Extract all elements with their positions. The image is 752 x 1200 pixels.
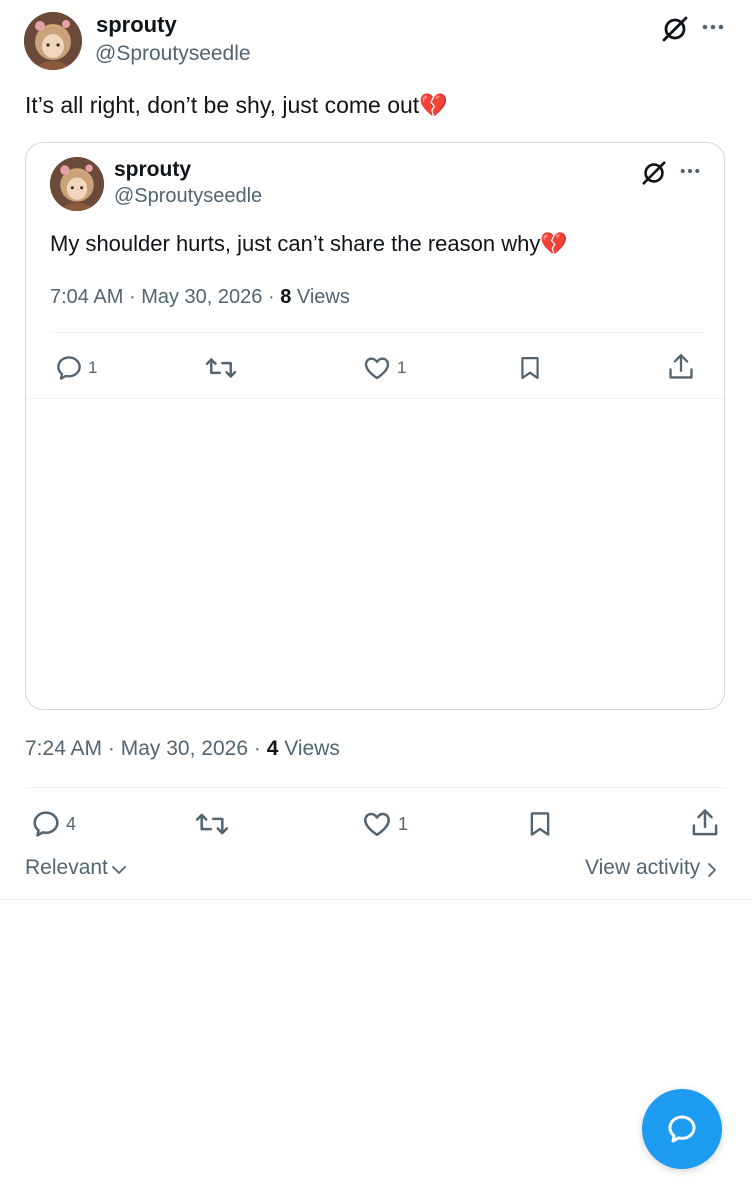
share-button[interactable]: [666, 351, 696, 383]
divider: [25, 787, 727, 788]
quoted-tweet-views-count: 8: [280, 286, 292, 308]
meta-separator: ·: [107, 737, 115, 760]
repost-button[interactable]: [204, 353, 242, 383]
heart-icon: [364, 357, 390, 380]
divider: [0, 899, 752, 900]
share-icon: [692, 809, 718, 836]
tweet-text: It’s all right, don’t be shy, just come …: [25, 92, 448, 119]
tweet-text-body: It’s all right, don’t be shy, just come …: [25, 92, 420, 118]
bookmark-button[interactable]: [525, 808, 555, 840]
reply-icon: [33, 811, 59, 837]
reply-count: 4: [66, 813, 77, 834]
reply-count: 1: [88, 358, 98, 377]
tweet-time[interactable]: 7:24 AM: [25, 737, 102, 760]
repost-icon: [205, 358, 237, 378]
tweet-meta: 7:24 AM · May 30, 2026 · 4 Views: [25, 737, 340, 761]
divider: [26, 398, 724, 399]
tweet-date[interactable]: May 30, 2026: [121, 737, 248, 760]
quoted-tweet-meta: 7:04 AM · May 30, 2026 · 8 Views: [50, 286, 350, 309]
broken-heart-emoji: 💔: [419, 92, 448, 118]
reply-icon: [57, 356, 81, 380]
share-icon: [669, 354, 693, 379]
compose-reply-icon: [668, 1115, 696, 1143]
like-button[interactable]: 1: [361, 353, 406, 383]
author-handle[interactable]: @Sproutyseedle: [95, 42, 251, 66]
tweet-views-label: Views: [284, 737, 340, 760]
compose-reply-button[interactable]: [642, 1089, 722, 1169]
broken-heart-emoji: 💔: [540, 231, 568, 256]
divider: [50, 332, 704, 333]
repost-button[interactable]: [194, 808, 234, 840]
quoted-tweet-card[interactable]: sprouty @Sproutyseedle My shoulder hurts…: [25, 142, 725, 710]
share-button[interactable]: [689, 806, 721, 840]
quoted-author-display-name[interactable]: sprouty: [114, 158, 191, 182]
reply-sort-dropdown[interactable]: Relevant: [25, 856, 128, 880]
meta-separator: ·: [128, 286, 136, 308]
more-icon[interactable]: [700, 16, 726, 38]
author-avatar[interactable]: [24, 12, 82, 70]
bookmark-icon: [521, 356, 539, 380]
quoted-author-handle[interactable]: @Sproutyseedle: [114, 185, 262, 208]
bookmark-button[interactable]: [516, 353, 544, 383]
heart-icon: [364, 812, 390, 836]
reply-sort-label: Relevant: [25, 856, 108, 879]
view-activity-link[interactable]: View activity: [585, 856, 720, 880]
tweet-views-count: 4: [266, 737, 279, 760]
chevron-down-icon: [111, 865, 126, 874]
quoted-tweet-time[interactable]: 7:04 AM: [50, 286, 123, 308]
reply-button[interactable]: 4: [30, 808, 76, 840]
like-button[interactable]: 1: [360, 808, 408, 840]
grok-icon[interactable]: [640, 159, 668, 187]
view-activity-label: View activity: [585, 856, 701, 879]
quoted-author-avatar[interactable]: [50, 157, 104, 211]
tweet-detail-page: sprouty @Sproutyseedle It’s all right, d…: [0, 0, 752, 1200]
quoted-tweet-views-label: Views: [296, 286, 350, 308]
meta-separator: ·: [267, 286, 275, 308]
chevron-right-icon: [708, 862, 717, 877]
repost-icon: [195, 813, 229, 835]
like-count: 1: [397, 358, 407, 377]
reply-button[interactable]: 1: [54, 353, 97, 383]
like-count: 1: [398, 813, 409, 834]
meta-separator: ·: [253, 737, 261, 760]
grok-icon[interactable]: [660, 14, 690, 44]
quoted-tweet-text: My shoulder hurts, just can’t share the …: [50, 231, 568, 257]
quoted-tweet-date[interactable]: May 30, 2026: [141, 286, 262, 308]
author-display-name[interactable]: sprouty: [96, 12, 177, 38]
bookmark-icon: [530, 812, 550, 836]
more-icon[interactable]: [678, 161, 702, 181]
quoted-tweet-text-body: My shoulder hurts, just can’t share the …: [50, 231, 541, 256]
